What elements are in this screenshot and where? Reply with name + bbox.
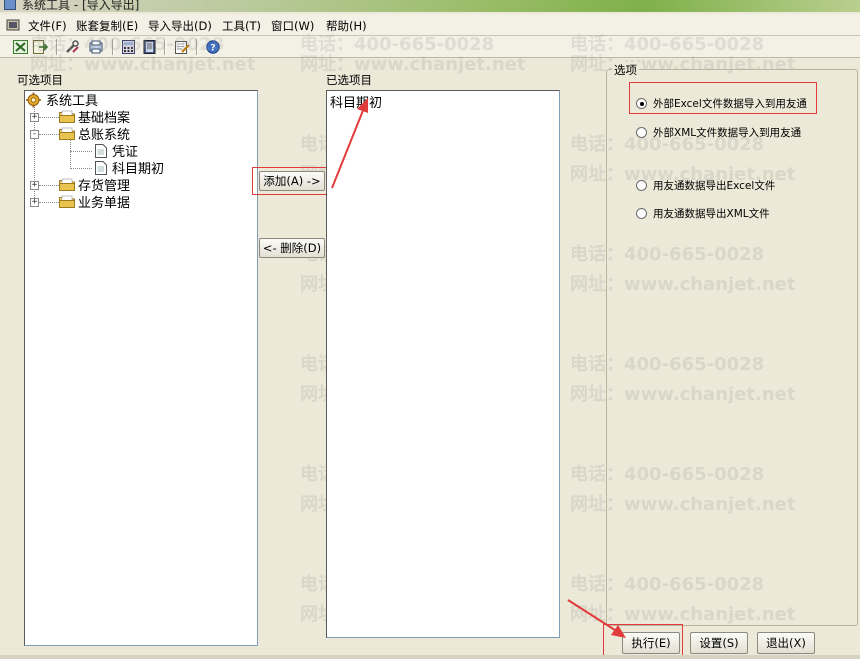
menu-file[interactable]: 文件(F) (28, 18, 67, 34)
menu-import-export[interactable]: 导入导出(D) (148, 18, 212, 34)
radio-label: 用友通数据导出Excel文件 (653, 180, 776, 192)
available-items-tree[interactable]: 系统工具 + 基础档案 - 总账系统 凭证 科目期初 + 存货管理 + 业务单据 (24, 90, 258, 646)
tree-item-general-ledger[interactable]: 总账系统 (59, 125, 130, 143)
radio-unchecked[interactable] (636, 180, 647, 191)
add-button[interactable]: 添加(A) -> (259, 171, 325, 191)
document-icon (95, 143, 107, 158)
radio-checked[interactable] (636, 98, 647, 109)
exit-button[interactable]: 退出(X) (757, 632, 815, 654)
tree-connector (70, 151, 92, 152)
toolbar: ? (0, 36, 860, 58)
tree-item-opening-balance[interactable]: 科目期初 (95, 159, 164, 177)
radio-excel-import[interactable]: 外部Excel文件数据导入到用友通 (636, 96, 807, 111)
toolbar-separator (56, 39, 58, 55)
gear-icon (26, 92, 41, 107)
settings-button[interactable]: 设置(S) (690, 632, 748, 654)
available-items-label: 可选项目 (17, 73, 63, 87)
tree-root[interactable]: 系统工具 (25, 91, 98, 109)
edit-icon[interactable] (174, 39, 191, 55)
title-bar: 系统工具 - [导入导出] (0, 0, 860, 12)
expander-minus[interactable]: - (30, 130, 39, 139)
tree-connector (39, 117, 59, 118)
annotation-arrow (331, 98, 368, 189)
radio-xml-import[interactable]: 外部XML文件数据导入到用友通 (636, 125, 801, 140)
help-icon[interactable]: ? (204, 39, 221, 55)
menu-window[interactable]: 窗口(W) (271, 18, 314, 34)
toolbar-separator (196, 39, 198, 55)
radio-unchecked[interactable] (636, 208, 647, 219)
book-icon[interactable] (141, 39, 158, 55)
expander-plus[interactable]: + (30, 198, 39, 207)
radio-unchecked[interactable] (636, 127, 647, 138)
tree-item-basic-archive[interactable]: 基础档案 (59, 108, 130, 126)
document-icon (95, 160, 107, 175)
expander-plus[interactable]: + (30, 113, 39, 122)
tree-connector (70, 168, 92, 169)
export-icon[interactable] (32, 39, 49, 55)
menu-tools[interactable]: 工具(T) (222, 18, 261, 34)
radio-excel-export[interactable]: 用友通数据导出Excel文件 (636, 178, 775, 193)
menu-help[interactable]: 帮助(H) (326, 18, 367, 34)
radio-label: 外部Excel文件数据导入到用友通 (653, 98, 807, 110)
app-icon (4, 0, 16, 10)
folder-icon (59, 178, 75, 191)
folder-icon (59, 195, 75, 208)
options-title: 选项 (612, 62, 639, 78)
print-preview-icon[interactable] (88, 39, 105, 55)
options-group (606, 69, 858, 626)
tree-item-business-docs[interactable]: 业务单据 (59, 193, 131, 211)
annotation-arrow (567, 599, 626, 638)
svg-text:?: ? (210, 44, 215, 54)
tree-item-inventory[interactable]: 存货管理 (59, 176, 130, 194)
folder-open-icon (59, 127, 75, 140)
folder-icon (59, 110, 75, 123)
tree-connector (39, 134, 59, 135)
tools-icon[interactable] (64, 39, 81, 55)
remove-button[interactable]: <- 删除(D) (259, 238, 325, 258)
expander-plus[interactable]: + (30, 181, 39, 190)
status-bar (0, 655, 860, 659)
window-title: 系统工具 - [导入导出] (22, 0, 140, 12)
tree-item-label: 业务单据 (78, 196, 131, 211)
tree-connector (70, 139, 71, 169)
excel-export-icon[interactable] (12, 39, 29, 55)
radio-label: 用友通数据导出XML文件 (653, 208, 770, 220)
tree-connector (39, 202, 59, 203)
radio-label: 外部XML文件数据导入到用友通 (653, 127, 802, 139)
app-menu-icon[interactable] (6, 18, 20, 32)
tree-connector (39, 185, 59, 186)
calculator-icon[interactable] (120, 39, 137, 55)
toolbar-separator (164, 39, 166, 55)
selected-items-label: 已选项目 (326, 73, 372, 87)
tree-item-voucher[interactable]: 凭证 (95, 142, 138, 160)
radio-xml-export[interactable]: 用友通数据导出XML文件 (636, 206, 770, 221)
menu-bar: 文件(F) 账套复制(E) 导入导出(D) 工具(T) 窗口(W) 帮助(H) (0, 14, 860, 36)
toolbar-separator (112, 39, 114, 55)
menu-copy-account[interactable]: 账套复制(E) (76, 18, 138, 34)
